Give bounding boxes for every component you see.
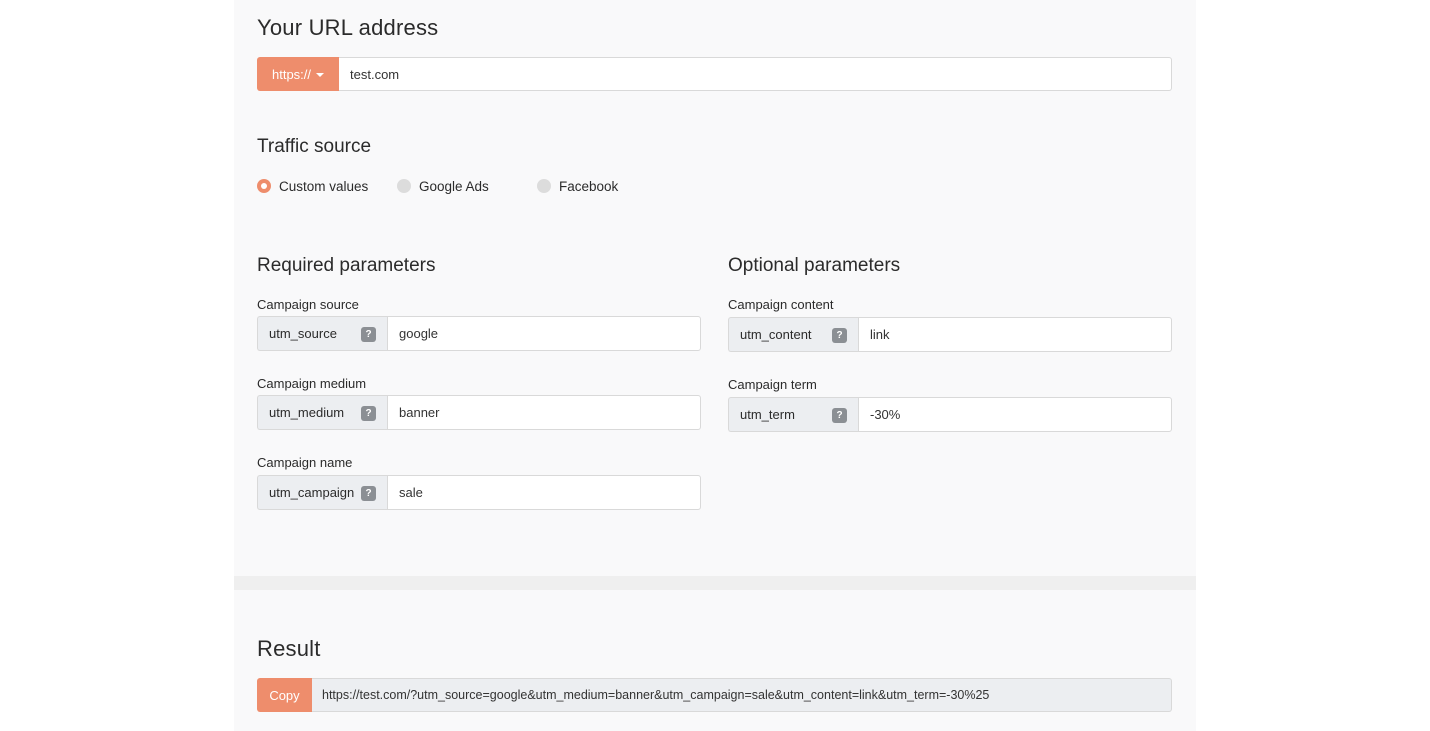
radio-label: Custom values [279, 178, 369, 194]
campaign-medium-group: utm_medium ? [257, 395, 701, 430]
help-icon[interactable]: ? [361, 327, 376, 342]
url-input[interactable] [339, 57, 1172, 91]
radio-label: Google Ads [419, 178, 489, 194]
utm-campaign-key: utm_campaign ? [257, 475, 387, 510]
section-divider [234, 576, 1196, 590]
param-key-text: utm_source [269, 326, 337, 341]
utm-source-key: utm_source ? [257, 316, 387, 351]
campaign-term-label: Campaign term [728, 377, 817, 392]
utm-term-key: utm_term ? [728, 397, 858, 432]
campaign-medium-label: Campaign medium [257, 376, 367, 391]
help-icon[interactable]: ? [361, 406, 376, 421]
campaign-name-label: Campaign name [257, 455, 353, 470]
caret-down-icon [316, 73, 325, 77]
campaign-name-input[interactable] [387, 475, 701, 510]
help-icon[interactable]: ? [832, 408, 847, 423]
campaign-medium-input[interactable] [387, 395, 701, 430]
url-section-title: Your URL address [257, 15, 439, 40]
campaign-source-group: utm_source ? [257, 316, 701, 351]
copy-button[interactable]: Copy [257, 678, 312, 712]
campaign-source-label: Campaign source [257, 297, 359, 312]
utm-medium-key: utm_medium ? [257, 395, 387, 430]
radio-unchecked-icon [537, 179, 551, 193]
required-parameters-title: Required parameters [257, 255, 436, 276]
help-icon[interactable]: ? [361, 486, 376, 501]
help-icon[interactable]: ? [832, 328, 847, 343]
campaign-term-group: utm_term ? [728, 397, 1172, 432]
param-key-text: utm_medium [269, 405, 345, 420]
url-input-group: https:// [257, 57, 1172, 91]
traffic-source-title: Traffic source [257, 136, 372, 157]
optional-parameters-title: Optional parameters [728, 255, 901, 276]
traffic-source-radio-group: Custom values Google Ads Facebook [257, 176, 618, 196]
campaign-term-input[interactable] [858, 397, 1172, 432]
radio-google-ads[interactable]: Google Ads [397, 179, 537, 194]
campaign-name-group: utm_campaign ? [257, 475, 701, 510]
radio-label: Facebook [559, 178, 619, 194]
result-url[interactable]: https://test.com/?utm_source=google&utm_… [312, 678, 1172, 712]
param-key-text: utm_term [740, 407, 795, 422]
radio-facebook[interactable]: Facebook [537, 179, 618, 194]
result-group: Copy https://test.com/?utm_source=google… [257, 678, 1172, 712]
campaign-content-label: Campaign content [728, 297, 834, 312]
radio-checked-icon [257, 179, 271, 193]
campaign-content-group: utm_content ? [728, 317, 1172, 352]
protocol-dropdown-button[interactable]: https:// [257, 57, 339, 91]
campaign-content-input[interactable] [858, 317, 1172, 352]
utm-content-key: utm_content ? [728, 317, 858, 352]
protocol-label: https:// [271, 66, 312, 82]
result-title: Result [257, 636, 321, 661]
radio-custom-values[interactable]: Custom values [257, 179, 397, 194]
radio-unchecked-icon [397, 179, 411, 193]
param-key-text: utm_content [740, 327, 812, 342]
campaign-source-input[interactable] [387, 316, 701, 351]
param-key-text: utm_campaign [269, 485, 355, 500]
